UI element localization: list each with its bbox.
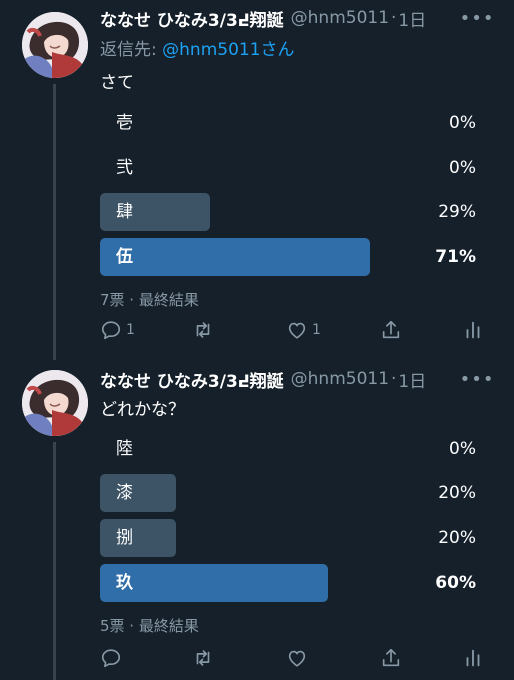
poll-option-percent: 0%	[449, 113, 476, 133]
analytics-button[interactable]	[462, 318, 484, 342]
poll-bar	[100, 474, 176, 512]
reply-icon	[101, 321, 121, 340]
poll-option-label: 伍	[116, 247, 133, 267]
poll-option-label: 陸	[116, 439, 133, 459]
poll-option-percent: 20%	[438, 528, 476, 548]
reply-count: 1	[126, 322, 135, 338]
poll-option: 壱 0%	[100, 104, 480, 142]
share-icon	[382, 648, 400, 667]
poll-bar	[100, 238, 370, 276]
poll-option-label: 漆	[116, 483, 133, 503]
tweet-header: ななせ ひなみ߄3/3翔誕 @hnm5011 · 1日 •••	[100, 367, 493, 392]
poll-option-label: 弐	[116, 158, 133, 178]
tweet-header: ななせ ひなみ߄3/3翔誕 @hnm5011 · 1日 •••	[100, 6, 493, 31]
more-options-icon[interactable]: •••	[460, 6, 494, 30]
poll-option-label: 玖	[116, 573, 133, 593]
reply-button[interactable]: 1	[100, 318, 135, 342]
like-button[interactable]	[286, 646, 312, 670]
poll-option-percent: 71%	[435, 247, 476, 267]
poll-bar	[100, 564, 328, 602]
analytics-icon	[466, 321, 480, 339]
analytics-icon	[466, 649, 480, 667]
tweet-text: さて	[100, 73, 134, 93]
poll-option-label: 壱	[116, 113, 133, 133]
like-icon	[288, 322, 306, 339]
poll-option: 漆 20%	[100, 474, 480, 512]
tweet[interactable]: ななせ ひなみ߄3/3翔誕 @hnm5011 · 1日 ••• どれかな？ 陸 …	[0, 362, 514, 680]
action-bar	[100, 646, 486, 670]
poll-option-percent: 0%	[449, 158, 476, 178]
poll-option-percent: 60%	[435, 573, 476, 593]
poll-option-percent: 0%	[449, 439, 476, 459]
separator-dot: ·	[391, 369, 397, 389]
retweet-icon	[196, 650, 210, 666]
poll-option-percent: 20%	[438, 483, 476, 503]
like-count: 1	[312, 322, 321, 338]
author-name[interactable]: ななせ ひなみ߄3/3翔誕	[100, 6, 284, 31]
avatar-image	[22, 370, 88, 436]
poll-option-winner: 伍 71%	[100, 238, 480, 276]
reply-to-mention[interactable]: @hnm5011さん	[162, 40, 294, 60]
thread-line	[53, 442, 56, 680]
poll-bar	[100, 519, 176, 557]
separator-dot: ·	[391, 8, 397, 28]
poll-option-winner: 玖 60%	[100, 564, 480, 602]
share-button[interactable]	[380, 318, 402, 342]
share-button[interactable]	[380, 646, 402, 670]
retweet-icon	[196, 322, 210, 338]
tweet[interactable]: ななせ ひなみ߄3/3翔誕 @hnm5011 · 1日 ••• 返信先: @hn…	[0, 0, 514, 360]
poll-option: 陸 0%	[100, 430, 480, 468]
retweet-button[interactable]	[192, 646, 218, 670]
poll-meta: 5票 · 最終結果	[100, 617, 199, 635]
like-icon	[288, 650, 306, 667]
author-handle[interactable]: @hnm5011	[291, 369, 389, 389]
share-icon	[382, 320, 400, 339]
more-options-icon[interactable]: •••	[460, 367, 494, 391]
poll-option: 肆 29%	[100, 193, 480, 231]
tweet-text: どれかな？	[100, 400, 185, 420]
timestamp[interactable]: 1日	[398, 6, 426, 31]
thread-line	[53, 84, 56, 360]
timestamp[interactable]: 1日	[398, 367, 426, 392]
avatar-image	[22, 12, 88, 78]
reply-button[interactable]	[100, 646, 126, 670]
poll-option-label: 肆	[116, 202, 133, 222]
poll-meta: 7票 · 最終結果	[100, 291, 199, 309]
author-handle[interactable]: @hnm5011	[291, 8, 389, 28]
reply-to-line: 返信先: @hnm5011さん	[100, 35, 295, 60]
poll-option-percent: 29%	[438, 202, 476, 222]
poll-option-label: 捌	[116, 528, 133, 548]
analytics-button[interactable]	[462, 646, 484, 670]
author-name[interactable]: ななせ ひなみ߄3/3翔誕	[100, 367, 284, 392]
action-bar: 1 1	[100, 318, 486, 342]
reply-icon	[101, 649, 121, 668]
poll-option: 捌 20%	[100, 519, 480, 557]
avatar[interactable]	[22, 12, 88, 78]
retweet-button[interactable]	[192, 318, 218, 342]
reply-to-prefix: 返信先:	[100, 40, 163, 60]
like-button[interactable]: 1	[286, 318, 321, 342]
avatar[interactable]	[22, 370, 88, 436]
poll-option: 弐 0%	[100, 149, 480, 187]
